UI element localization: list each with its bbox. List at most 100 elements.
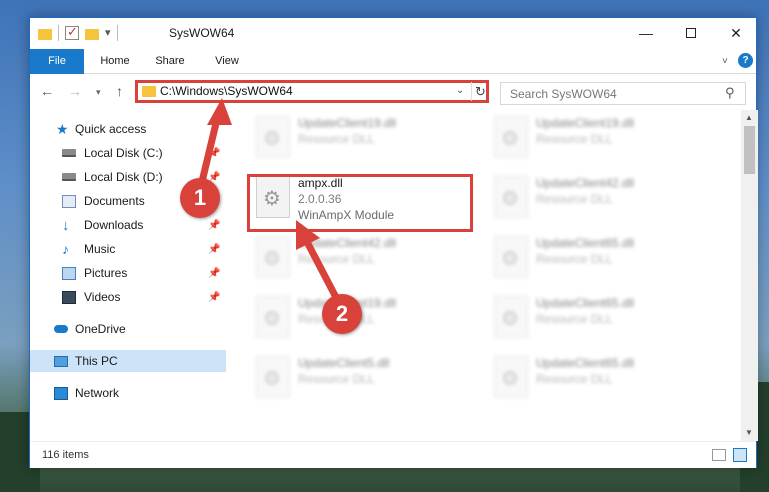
file-item[interactable]: UpdateClient19.dll Resource DLL	[248, 110, 468, 168]
refresh-icon[interactable]: ↻	[471, 82, 489, 101]
sidebar-item-videos[interactable]: Videos 📌	[30, 286, 226, 308]
maximize-button[interactable]	[669, 18, 713, 48]
address-bar[interactable]: C:\Windows\SysWOW64 ⌄ ↻	[135, 80, 489, 103]
search-icon[interactable]: ⚲	[725, 85, 735, 101]
annotation-step-2: 2	[322, 294, 362, 334]
sidebar-item-label: Network	[75, 386, 120, 400]
new-folder-icon[interactable]	[85, 29, 99, 40]
scrollbar-thumb[interactable]	[744, 126, 755, 174]
file-name: UpdateClient19.dll	[298, 116, 397, 130]
drive-icon	[62, 173, 76, 181]
vertical-scrollbar[interactable]: ▲ ▼	[741, 110, 758, 441]
sidebar-item-label: Documents	[84, 194, 145, 208]
tab-home[interactable]: Home	[90, 49, 140, 74]
ribbon-tabs: File Home Share View ˅ ?	[30, 49, 756, 74]
dll-file-icon	[256, 296, 290, 338]
forward-arrow-icon[interactable]: →	[68, 83, 82, 99]
navigation-bar: ← → ▾ ↑ C:\Windows\SysWOW64 ⌄ ↻ Search S…	[30, 74, 756, 110]
sidebar-item-network[interactable]: Network	[30, 382, 226, 404]
dll-file-icon	[494, 116, 528, 158]
tab-file[interactable]: File	[30, 49, 84, 74]
scroll-down-icon[interactable]: ▼	[745, 428, 753, 437]
videos-icon	[62, 290, 76, 304]
file-type: Resource DLL	[536, 312, 613, 326]
file-type: Resource DLL	[536, 192, 613, 206]
file-item[interactable]: UpdateClient65.dll Resource DLL	[486, 290, 706, 348]
file-name: UpdateClient42.dll	[298, 236, 397, 250]
sidebar-item-this-pc[interactable]: This PC	[30, 350, 226, 372]
file-highlight-box	[247, 174, 473, 232]
file-type: Resource DLL	[536, 372, 613, 386]
sidebar-item-onedrive[interactable]: OneDrive	[30, 318, 226, 340]
pin-icon[interactable]: 📌	[208, 148, 220, 159]
file-item[interactable]: UpdateClient65.dll Resource DLL	[486, 230, 706, 288]
drive-icon	[62, 149, 76, 157]
pin-icon[interactable]: 📌	[208, 244, 220, 255]
file-name: UpdateClient65.dll	[536, 236, 635, 250]
item-count: 116 items	[42, 449, 89, 461]
scroll-up-icon[interactable]: ▲	[745, 113, 753, 122]
dll-file-icon	[494, 176, 528, 218]
separator	[58, 25, 59, 41]
tab-share[interactable]: Share	[145, 49, 195, 74]
pin-icon[interactable]: 📌	[208, 268, 220, 279]
customize-toolbar-icon[interactable]: ▾	[105, 26, 111, 40]
quick-access-toolbar: ▾	[38, 24, 118, 41]
sidebar-item-label: Quick access	[75, 122, 147, 136]
help-icon[interactable]: ?	[738, 53, 753, 68]
minimize-button[interactable]: —	[624, 18, 668, 48]
dll-file-icon	[494, 296, 528, 338]
file-name: UpdateClient19.dll	[536, 116, 635, 130]
navigation-pane: ★ Quick access Local Disk (C:) 📌 Local D…	[30, 110, 226, 441]
chevron-down-icon[interactable]: ⌄	[456, 85, 464, 96]
back-arrow-icon[interactable]: ←	[40, 83, 54, 99]
sidebar-item-label: Pictures	[84, 266, 128, 280]
title-bar: ▾ SysWOW64 — ✕	[30, 18, 756, 49]
download-icon: ↓	[62, 216, 70, 234]
minimize-icon: —	[639, 25, 653, 41]
sidebar-item-label: Downloads	[84, 218, 144, 232]
file-item[interactable]: UpdateClient19.dll Resource DLL	[486, 110, 706, 168]
address-path[interactable]: C:\Windows\SysWOW64	[160, 84, 293, 98]
folder-icon	[38, 29, 52, 40]
network-icon	[54, 386, 68, 400]
documents-icon	[62, 194, 76, 208]
properties-icon[interactable]	[65, 24, 79, 40]
file-name: UpdateClient42.dll	[536, 176, 635, 190]
status-bar: 116 items	[30, 441, 756, 468]
tab-view[interactable]: View	[202, 49, 252, 74]
sidebar-item-music[interactable]: ♪ Music 📌	[30, 238, 226, 260]
sidebar-item-label: Local Disk (D:)	[84, 170, 163, 184]
sidebar-item-label: Local Disk (C:)	[84, 146, 163, 160]
sidebar-item-pictures[interactable]: Pictures 📌	[30, 262, 226, 284]
sidebar-item-label: OneDrive	[75, 322, 126, 336]
file-item[interactable]: UpdateClient42.dll Resource DLL	[248, 230, 468, 288]
recent-locations-icon[interactable]: ▾	[96, 87, 101, 98]
file-list: UpdateClient19.dll Resource DLL ampx.dll…	[226, 110, 741, 441]
sidebar-item-quick-access[interactable]: ★ Quick access	[30, 118, 226, 140]
search-placeholder: Search SysWOW64	[510, 87, 617, 101]
search-input[interactable]: Search SysWOW64 ⚲	[500, 82, 746, 105]
dll-file-icon	[494, 356, 528, 398]
file-item[interactable]: UpdateClient5.dll Resource DLL	[248, 350, 468, 408]
pin-icon[interactable]: 📌	[208, 292, 220, 303]
file-item[interactable]: UpdateClient42.dll Resource DLL	[486, 170, 706, 228]
sidebar-item-local-disk-c[interactable]: Local Disk (C:) 📌	[30, 142, 226, 164]
file-type: Resource DLL	[536, 132, 613, 146]
expand-ribbon-icon[interactable]: ˅	[722, 56, 728, 67]
details-view-icon[interactable]	[712, 449, 726, 461]
dll-file-icon	[256, 356, 290, 398]
sidebar-item-label: Videos	[84, 290, 121, 304]
maximize-icon	[686, 28, 696, 38]
file-type: Resource DLL	[536, 252, 613, 266]
up-arrow-icon[interactable]: ↑	[116, 83, 123, 99]
pin-icon[interactable]: 📌	[208, 220, 220, 231]
folder-icon	[142, 86, 156, 97]
dll-file-icon	[494, 236, 528, 278]
file-name: UpdateClient5.dll	[298, 356, 390, 370]
large-icons-view-icon[interactable]	[733, 448, 747, 462]
file-type: Resource DLL	[298, 252, 375, 266]
computer-icon	[54, 355, 68, 367]
close-button[interactable]: ✕	[714, 18, 758, 48]
file-item[interactable]: UpdateClient65.dll Resource DLL	[486, 350, 706, 408]
